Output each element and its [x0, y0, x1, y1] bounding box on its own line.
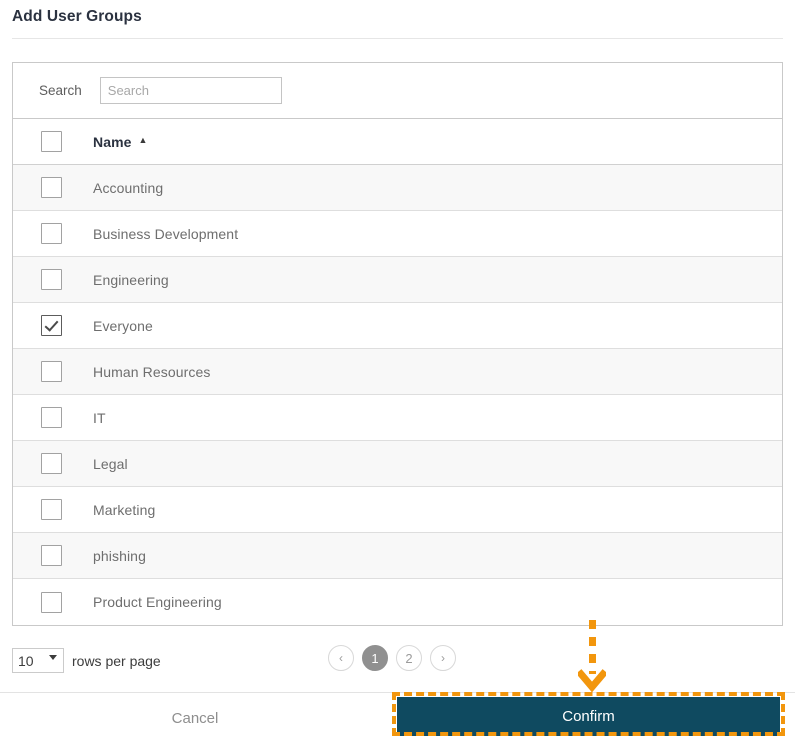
page-title: Add User Groups [12, 8, 142, 25]
table-row[interactable]: phishing [13, 533, 782, 579]
column-header-name[interactable]: Name ▲ [93, 134, 148, 150]
table-row[interactable]: Engineering [13, 257, 782, 303]
row-name: Business Development [93, 225, 239, 242]
row-name: IT [93, 409, 106, 426]
row-name: Product Engineering [93, 594, 222, 610]
column-header-name-label: Name [93, 133, 132, 150]
row-checkbox[interactable] [41, 545, 62, 566]
row-name: phishing [93, 547, 146, 564]
pagination-page-2[interactable]: 2 [396, 645, 422, 671]
row-checkbox-cell[interactable] [13, 315, 93, 336]
row-checkbox[interactable] [41, 361, 62, 382]
row-name: Human Resources [93, 363, 211, 380]
table-row[interactable]: IT [13, 395, 782, 441]
search-row: Search [13, 63, 782, 119]
sort-ascending-icon: ▲ [138, 135, 148, 145]
rows-per-page-select[interactable]: 10 [12, 648, 64, 673]
pagination: ‹ 1 2 › [328, 645, 456, 671]
table-row[interactable]: Human Resources [13, 349, 782, 395]
row-checkbox-cell[interactable] [13, 407, 93, 428]
row-checkbox-cell[interactable] [13, 591, 93, 613]
pagination-next-icon[interactable]: › [430, 645, 456, 671]
row-name: Accounting [93, 179, 164, 196]
row-checkbox-cell[interactable] [13, 453, 93, 474]
row-checkbox[interactable] [41, 591, 62, 613]
pagination-page-1[interactable]: 1 [362, 645, 388, 671]
row-checkbox-cell[interactable] [13, 223, 93, 244]
row-checkbox-cell[interactable] [13, 499, 93, 520]
row-name: Marketing [93, 501, 156, 518]
row-checkbox-cell[interactable] [13, 269, 93, 290]
row-name: Engineering [93, 271, 169, 288]
table-row[interactable]: Product Engineering [13, 579, 782, 625]
table-row[interactable]: Accounting [13, 165, 782, 211]
title-divider [12, 38, 783, 39]
user-groups-table: Search Name ▲ Accounting Business Develo… [12, 62, 783, 626]
row-checkbox-cell[interactable] [13, 177, 93, 198]
cancel-button[interactable]: Cancel [100, 700, 290, 736]
row-checkbox-cell[interactable] [13, 361, 93, 382]
row-checkbox-cell[interactable] [13, 545, 93, 566]
row-checkbox[interactable] [41, 269, 62, 290]
row-checkbox[interactable] [41, 223, 62, 244]
row-name: Legal [93, 455, 128, 472]
table-row[interactable]: Business Development [13, 211, 782, 257]
row-checkbox[interactable] [41, 315, 62, 336]
rows-per-page-control: 10 rows per page [12, 648, 161, 673]
pagination-prev-icon[interactable]: ‹ [328, 645, 354, 671]
row-checkbox[interactable] [41, 177, 62, 198]
row-checkbox[interactable] [41, 453, 62, 474]
row-checkbox[interactable] [41, 407, 62, 428]
row-name: Everyone [93, 317, 153, 334]
footer-divider [0, 692, 795, 693]
confirm-button[interactable]: Confirm [397, 697, 780, 736]
search-input[interactable] [99, 77, 282, 104]
table-row[interactable]: Everyone [13, 303, 782, 349]
row-checkbox[interactable] [41, 499, 62, 520]
table-header-row: Name ▲ [13, 119, 782, 165]
table-controls: 10 rows per page ‹ 1 2 › [12, 645, 783, 679]
table-row[interactable]: Marketing [13, 487, 782, 533]
table-row[interactable]: Legal [13, 441, 782, 487]
rows-per-page-select-wrap: 10 [12, 648, 64, 673]
search-label: Search [39, 83, 82, 98]
rows-per-page-label: rows per page [72, 652, 161, 669]
select-all-checkbox[interactable] [41, 131, 62, 152]
select-all-cell[interactable] [13, 131, 93, 152]
